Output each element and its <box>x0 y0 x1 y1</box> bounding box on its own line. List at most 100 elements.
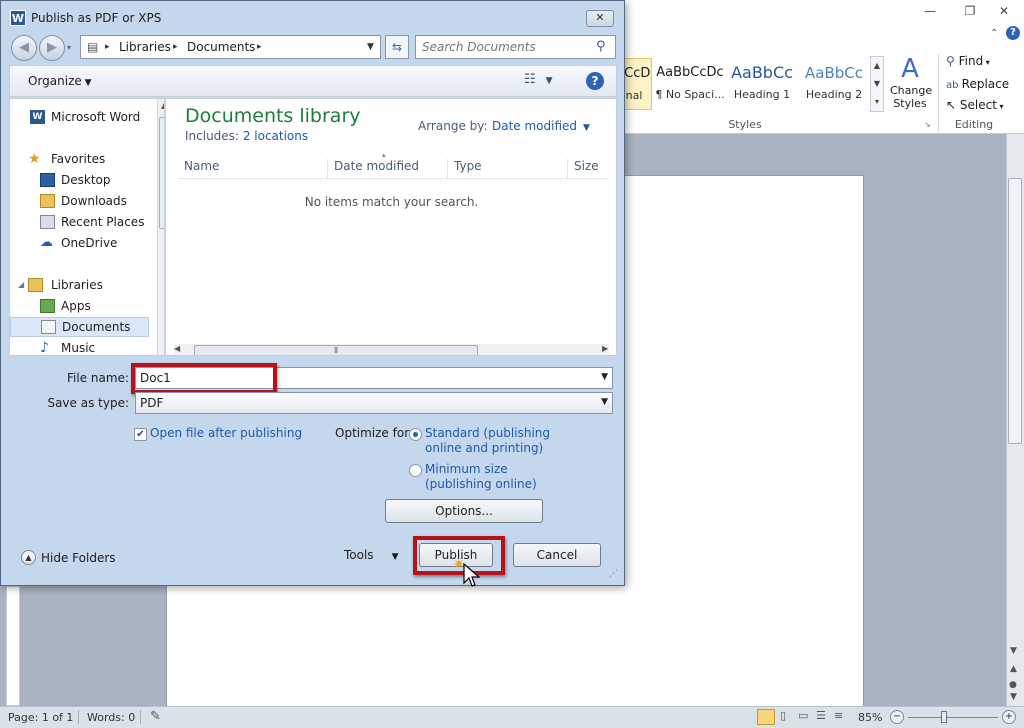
options-button[interactable]: Options... <box>385 499 543 523</box>
cancel-button[interactable]: Cancel <box>513 543 601 567</box>
nav-item-desktop[interactable]: Desktop <box>10 170 150 190</box>
standard-label[interactable]: online and printing) <box>425 441 543 455</box>
address-bar[interactable]: ▤ ▸ Libraries ▸ Documents ▸ ▼ <box>80 35 381 59</box>
nav-item-favorites[interactable]: ★ Favorites <box>10 149 150 169</box>
refresh-button[interactable]: ⇆ <box>385 35 409 59</box>
nav-item-recent-places[interactable]: Recent Places <box>10 212 150 232</box>
tools-button[interactable]: Tools ▼ <box>344 548 398 562</box>
zoom-slider[interactable] <box>908 717 998 718</box>
help-icon[interactable]: ? <box>586 72 604 90</box>
browse-prev-icon[interactable]: ▲ <box>1010 664 1017 674</box>
open-after-publishing-checkbox[interactable]: ✔ <box>134 428 147 441</box>
arrange-by-dropdown[interactable]: Date modified ▼ <box>492 119 590 133</box>
page-count[interactable]: Page: 1 of 1 <box>8 711 73 724</box>
search-input[interactable] <box>422 39 592 55</box>
back-button[interactable]: ◀ <box>11 35 37 61</box>
desktop-icon <box>40 173 55 187</box>
find-icon: ⚲ <box>946 54 959 68</box>
change-view-button[interactable]: ☷ ▼ <box>524 72 553 87</box>
nav-item-onedrive[interactable]: ☁ OneDrive <box>10 233 150 253</box>
dialog-close-button[interactable]: ✕ <box>586 10 614 27</box>
styles-launcher-icon[interactable]: ↘ <box>924 120 931 129</box>
chevron-down-icon[interactable]: ▼ <box>601 372 608 382</box>
address-dropdown-icon[interactable]: ▼ <box>367 36 374 58</box>
zoom-slider-thumb[interactable] <box>941 711 947 723</box>
status-divider <box>140 710 141 724</box>
minimum-size-label[interactable]: Minimum size <box>425 462 508 476</box>
scroll-down-icon[interactable]: ▼ <box>1010 646 1017 656</box>
zoom-in-icon[interactable]: + <box>1002 710 1016 724</box>
zoom-out-icon[interactable]: − <box>890 710 904 724</box>
nav-item-music[interactable]: ♪ Music <box>10 338 150 356</box>
select-button[interactable]: ↖ Select ▾ <box>946 98 1003 112</box>
nav-item-apps[interactable]: Apps <box>10 296 150 316</box>
word-count[interactable]: Words: 0 <box>87 711 135 724</box>
nav-item-downloads[interactable]: Downloads <box>10 191 150 211</box>
proofing-icon[interactable]: ✎ <box>150 709 161 724</box>
browse-object-icon[interactable]: ● <box>1009 680 1017 690</box>
minimize-icon[interactable]: — <box>920 3 940 19</box>
style-heading-2[interactable]: AaBbCc Heading 2 <box>798 58 870 110</box>
column-date-modified[interactable]: Date modified <box>327 159 419 179</box>
scrollbar-thumb[interactable] <box>1008 178 1022 444</box>
breadcrumb-documents[interactable]: Documents <box>187 36 255 58</box>
chevron-down-icon: ▾ <box>996 102 1004 111</box>
style-heading-1[interactable]: AaBbCc Heading 1 <box>726 58 798 110</box>
nav-item-microsoft-word[interactable]: W Microsoft Word <box>10 107 150 127</box>
apps-icon <box>40 299 55 313</box>
ribbon-collapse-icon[interactable]: ⌃ <box>990 28 998 39</box>
scroll-up-icon[interactable]: ▲ <box>161 101 164 110</box>
minimum-size-label[interactable]: (publishing online) <box>425 477 537 491</box>
nav-item-libraries[interactable]: ◢ Libraries <box>10 275 150 295</box>
nav-label: Documents <box>62 320 131 334</box>
nav-item-documents[interactable]: Documents <box>10 317 149 337</box>
change-styles-button[interactable]: A Change Styles <box>890 54 932 114</box>
recent-locations-icon[interactable]: ▾ <box>67 43 71 52</box>
optimize-for-label: Optimize for: <box>335 426 413 440</box>
find-button[interactable]: ⚲ Find ▾ <box>946 54 990 68</box>
expand-icon[interactable]: ◢ <box>18 275 24 295</box>
full-screen-reading-icon[interactable]: ▯ <box>780 709 786 722</box>
nav-scrollbar-thumb[interactable] <box>159 117 164 229</box>
word-help-icon[interactable]: ? <box>1006 26 1020 40</box>
forward-button[interactable]: ▶ <box>39 35 65 61</box>
standard-radio[interactable] <box>409 428 422 441</box>
web-layout-icon[interactable]: ▭ <box>798 709 808 722</box>
column-size[interactable]: Size <box>567 159 599 179</box>
scroll-left-icon[interactable]: ◀ <box>174 344 180 353</box>
search-box[interactable]: ⚲ <box>415 35 616 59</box>
styles-more-icon[interactable]: ▲ ▼ ▾ <box>870 56 884 112</box>
standard-label[interactable]: Standard (publishing <box>425 426 550 440</box>
nav-label: Favorites <box>51 152 106 166</box>
close-icon[interactable]: ✕ <box>994 3 1014 19</box>
browse-next-icon[interactable]: ▼ <box>1010 692 1017 702</box>
horizontal-scrollbar-thumb[interactable]: ⦀ <box>194 345 478 355</box>
organize-button[interactable]: Organize ▼ <box>28 74 92 88</box>
includes-locations-link[interactable]: 2 locations <box>243 129 308 143</box>
music-icon: ♪ <box>40 340 49 356</box>
replace-button[interactable]: ab Replace <box>946 77 1009 91</box>
draft-icon[interactable]: ≡ <box>834 709 843 722</box>
save-as-type-select[interactable]: PDF ▼ <box>135 392 613 414</box>
navigation-pane: W Microsoft Word ★ Favorites Desktop Dow… <box>9 98 165 356</box>
minimum-size-radio[interactable] <box>409 464 422 477</box>
outline-icon[interactable]: ☰ <box>816 709 826 722</box>
print-layout-icon[interactable] <box>757 709 775 725</box>
horizontal-scrollbar[interactable]: ◀ ⦀ ▶ <box>174 344 609 355</box>
arrange-by-value: Date modified <box>492 119 578 133</box>
style-name: ¶ No Spaci... <box>655 88 725 101</box>
save-as-type-label: Save as type: <box>47 396 129 410</box>
hide-folders-icon[interactable]: ▲ <box>21 550 36 565</box>
restore-icon[interactable]: ❐ <box>960 3 980 19</box>
resize-grip-icon[interactable]: ⋰ <box>609 569 618 579</box>
column-name[interactable]: Name <box>178 159 219 179</box>
file-name-highlight <box>131 363 277 394</box>
chevron-down-icon: ▼ <box>391 552 399 562</box>
column-type[interactable]: Type <box>447 159 482 179</box>
hide-folders-button[interactable]: Hide Folders <box>41 551 116 565</box>
open-after-publishing-label[interactable]: Open file after publishing <box>150 426 302 440</box>
style-no-spacing[interactable]: AaBbCcDc ¶ No Spaci... <box>654 58 726 110</box>
zoom-level[interactable]: 85% <box>858 711 882 724</box>
scroll-right-icon[interactable]: ▶ <box>602 344 608 353</box>
breadcrumb-libraries[interactable]: Libraries <box>119 36 171 58</box>
